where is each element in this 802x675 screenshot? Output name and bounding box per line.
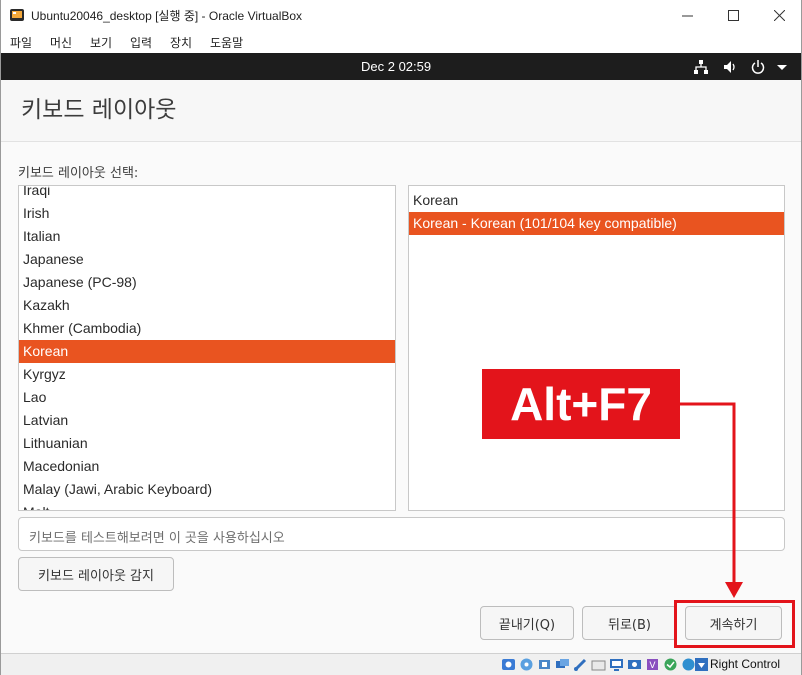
menu-input[interactable]: 입력 [130,34,152,51]
list-item[interactable]: Italian [19,225,395,248]
list-item[interactable]: Lithuanian [19,432,395,455]
variant-list[interactable]: Korean Korean - Korean (101/104 key comp… [408,185,785,511]
layout-list[interactable]: Iraqi Irish Italian Japanese Japanese (P… [18,185,396,511]
maximize-button[interactable] [710,0,756,30]
list-item[interactable]: Lao [19,386,395,409]
quit-button[interactable]: 끝내기(Q) [480,606,574,640]
recording-icon[interactable] [627,657,642,672]
window-titlebar: Ubuntu20046_desktop [실행 중] - Oracle Virt… [1,0,801,30]
list-item[interactable]: Kyrgyz [19,363,395,386]
list-item[interactable]: Khmer (Cambodia) [19,317,395,340]
maximize-icon [727,9,739,21]
list-item[interactable]: Japanese (PC-98) [19,271,395,294]
window-title: Ubuntu20046_desktop [실행 중] - Oracle Virt… [31,9,303,23]
list-item[interactable]: Korean [409,189,784,212]
list-item[interactable]: Japanese [19,248,395,271]
display-icon[interactable] [609,657,624,672]
guest-additions-icon[interactable] [663,657,678,672]
installer-keyboard-page: 키보드 레이아웃 키보드 레이아웃 선택: Iraqi Irish Italia… [1,80,801,653]
audio-icon[interactable] [537,657,552,672]
minimize-icon [681,15,693,16]
back-button[interactable]: 뒤로(B) [582,606,677,640]
power-icon[interactable] [750,59,766,75]
installer-header: 키보드 레이아웃 [1,80,801,142]
list-item[interactable]: Kazakh [19,294,395,317]
host-key-arrow-icon [695,658,708,671]
chevron-down-icon[interactable] [774,59,790,75]
menubar: 파일 머신 보기 입력 장치 도움말 [1,30,801,52]
list-item[interactable]: Iraqi [19,186,395,202]
clock[interactable]: Dec 2 02:59 [361,59,431,74]
list-item[interactable]: Latvian [19,409,395,432]
menu-devices[interactable]: 장치 [170,34,192,51]
annotation-highlight-box [674,600,795,648]
minimize-button[interactable] [664,0,710,30]
vm-statusbar: V Right Control [1,653,801,675]
network-icon[interactable] [693,59,709,75]
svg-text:V: V [649,661,656,671]
virtualbox-app-icon [10,9,24,21]
gnome-top-bar: Dec 2 02:59 [1,53,801,80]
shared-folders-icon[interactable] [591,657,606,672]
annotation-label: Alt+F7 [482,369,680,439]
usb-icon[interactable] [573,657,588,672]
detect-layout-button[interactable]: 키보드 레이아웃 감지 [18,557,174,591]
menu-help[interactable]: 도움말 [210,34,243,51]
virtualbox-window: Ubuntu20046_desktop [실행 중] - Oracle Virt… [0,0,802,675]
volume-icon[interactable] [722,59,738,75]
menu-machine[interactable]: 머신 [50,34,72,51]
list-item[interactable]: Macedonian [19,455,395,478]
cpu-icon[interactable]: V [645,657,660,672]
list-item[interactable]: Malay (Jawi, Arabic Keyboard) [19,478,395,501]
host-key-label: Right Control [710,657,781,671]
layout-prompt: 키보드 레이아웃 선택: [18,166,139,181]
list-item-selected[interactable]: Korean - Korean (101/104 key compatible) [409,212,784,235]
menu-file[interactable]: 파일 [10,34,32,51]
network-adapter-icon[interactable] [555,657,570,672]
list-item[interactable]: Malt [19,501,395,510]
page-title: 키보드 레이아웃 [21,97,177,123]
close-button[interactable] [756,0,801,30]
list-item-selected[interactable]: Korean [19,340,395,363]
close-icon [773,9,785,21]
menu-view[interactable]: 보기 [90,34,112,51]
keyboard-test-input[interactable]: 키보드를 테스트해보려면 이 곳을 사용하십시오 [18,517,785,551]
list-item[interactable]: Irish [19,202,395,225]
optical-drive-icon[interactable] [519,657,534,672]
hard-disk-icon[interactable] [501,657,516,672]
